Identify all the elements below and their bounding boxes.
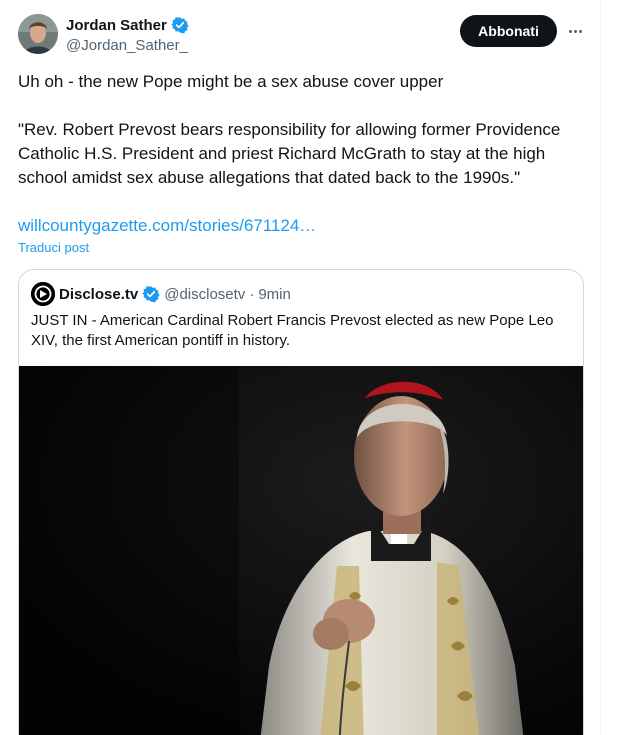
post-text-quote: "Rev. Robert Prevost bears responsibilit… [18, 120, 561, 187]
quoted-post-text: JUST IN - American Cardinal Robert Franc… [31, 312, 554, 349]
avatar[interactable] [18, 14, 58, 54]
more-horizontal-icon[interactable] [564, 22, 586, 40]
post-text-line: Uh oh - the new Pope might be a sex abus… [18, 72, 444, 91]
quoted-post-image[interactable] [19, 366, 583, 735]
post-text: Uh oh - the new Pope might be a sex abus… [18, 70, 588, 238]
quoted-post-header: Disclose.tv @disclosetv · 9min [31, 282, 291, 306]
author-name-row: Jordan Sather [66, 16, 189, 34]
post-link[interactable]: willcountygazette.com/stories/671124… [18, 214, 588, 238]
author-handle[interactable]: @Jordan_Sather_ [66, 37, 188, 54]
quoted-post[interactable]: Disclose.tv @disclosetv · 9min JUST IN -… [18, 269, 584, 735]
quoted-avatar[interactable] [31, 282, 55, 306]
verified-badge-icon [171, 16, 189, 34]
post-header: Jordan Sather @Jordan_Sather_ Abbonati [18, 14, 593, 56]
translate-post-link[interactable]: Traduci post [18, 240, 89, 255]
quoted-author-name[interactable]: Disclose.tv [59, 286, 138, 303]
column-border [600, 0, 601, 735]
author-name[interactable]: Jordan Sather [66, 17, 167, 34]
verified-badge-icon [142, 285, 160, 303]
quoted-author-handle[interactable]: @disclosetv [164, 286, 245, 303]
separator-dot: · [249, 285, 255, 303]
quoted-timestamp[interactable]: 9min [258, 286, 291, 303]
subscribe-button[interactable]: Abbonati [460, 15, 557, 47]
post: Jordan Sather @Jordan_Sather_ Abbonati U… [0, 0, 600, 735]
